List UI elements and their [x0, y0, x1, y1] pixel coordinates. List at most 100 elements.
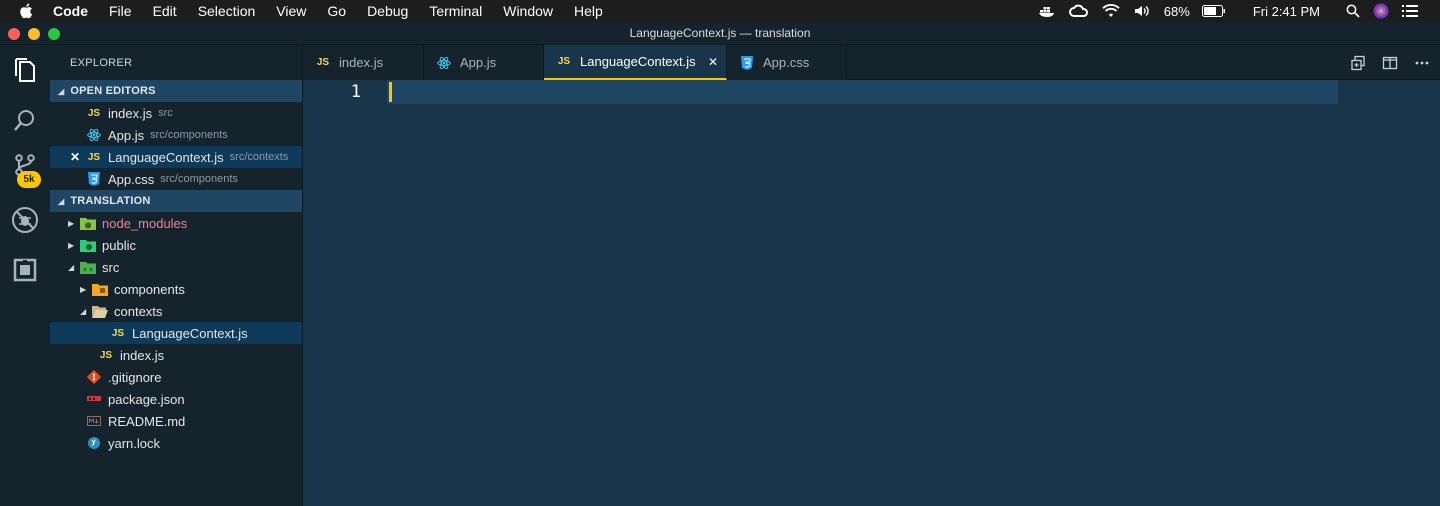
minimize-window-button[interactable] — [28, 28, 40, 40]
tree-folder[interactable]: ▶ public — [50, 234, 302, 256]
open-editor-name: App.css — [108, 171, 155, 187]
siri-icon[interactable] — [1373, 3, 1389, 19]
tree-folder[interactable]: ▶ node_modules — [50, 212, 302, 234]
volume-icon[interactable] — [1133, 4, 1151, 18]
tree-file[interactable]: package.json — [50, 388, 302, 410]
current-line-highlight — [387, 80, 1338, 104]
folder-open-icon — [92, 303, 108, 319]
open-changes-icon[interactable] — [1350, 55, 1366, 71]
components-folder-icon — [92, 281, 108, 297]
css-file-icon — [739, 55, 755, 71]
tree-file[interactable]: README.md — [50, 410, 302, 432]
explorer-sidebar: EXPLORER ◢ OPEN EDITORS JS index.js src … — [50, 45, 303, 506]
project-header[interactable]: ◢ TRANSLATION — [50, 190, 302, 212]
window-title-bar: LanguageContext.js — translation — [0, 22, 1440, 45]
battery-percent: 68% — [1163, 3, 1190, 19]
open-editor-name: index.js — [108, 105, 153, 121]
menu-window[interactable]: Window — [503, 3, 553, 19]
menu-debug[interactable]: Debug — [367, 3, 408, 19]
tab-languagecontext-js[interactable]: JS LanguageContext.js ✕ — [544, 45, 727, 80]
tree-item-label: .gitignore — [108, 369, 162, 385]
creative-cloud-icon[interactable] — [1068, 4, 1089, 18]
zoom-window-button[interactable] — [48, 28, 60, 40]
explorer-files-icon[interactable] — [11, 56, 39, 84]
public-folder-icon — [80, 237, 96, 253]
tree-item-label: package.json — [108, 391, 185, 407]
tree-file[interactable]: yarn.lock — [50, 432, 302, 454]
tab-close-icon[interactable]: ✕ — [708, 55, 718, 69]
spotlight-search-icon[interactable] — [1346, 4, 1360, 18]
open-editors-label: OPEN EDITORS — [70, 85, 156, 97]
chevron-down-icon: ◢ — [58, 86, 65, 96]
react-icon — [86, 127, 102, 143]
tab-app-js[interactable]: App.js — [424, 45, 544, 80]
tree-item-label: src — [102, 259, 120, 275]
menu-app-name[interactable]: Code — [53, 3, 88, 19]
tree-file[interactable]: JS index.js — [50, 344, 302, 366]
menu-help[interactable]: Help — [574, 3, 603, 19]
js-file-icon: JS — [99, 349, 113, 361]
menu-view[interactable]: View — [276, 3, 306, 19]
chevron-right-icon: ▶ — [80, 284, 87, 294]
code-editor[interactable] — [387, 80, 1440, 506]
close-window-button[interactable] — [8, 28, 20, 40]
more-actions-icon[interactable] — [1414, 55, 1430, 71]
tree-folder-open[interactable]: ◢ contexts — [50, 300, 302, 322]
open-editor-path: src/components — [160, 173, 238, 185]
open-editor-item[interactable]: JS index.js src — [50, 102, 302, 124]
editor-gutter: 1 — [303, 80, 387, 506]
tree-item-label: LanguageContext.js — [132, 325, 248, 341]
notification-center-icon[interactable] — [1402, 5, 1418, 17]
traffic-lights — [8, 28, 68, 40]
js-file-icon: JS — [316, 57, 330, 68]
tree-item-label: public — [102, 237, 136, 253]
search-icon[interactable] — [11, 106, 39, 134]
css-file-icon — [86, 171, 102, 187]
menu-edit[interactable]: Edit — [153, 3, 177, 19]
menu-terminal[interactable]: Terminal — [429, 3, 482, 19]
yarn-icon — [86, 435, 102, 451]
tree-file-active[interactable]: JS LanguageContext.js — [50, 322, 302, 344]
open-editor-item[interactable]: App.js src/components — [50, 124, 302, 146]
js-file-icon: JS — [87, 107, 101, 119]
tree-folder-open[interactable]: ◢ src — [50, 256, 302, 278]
tab-index-js[interactable]: JS index.js — [303, 45, 424, 80]
tree-item-label: contexts — [114, 303, 163, 319]
tree-item-label: README.md — [108, 413, 186, 429]
menu-clock[interactable]: Fri 2:41 PM — [1253, 4, 1320, 19]
tab-label: index.js — [339, 55, 384, 70]
extensions-icon[interactable] — [11, 256, 39, 284]
close-icon[interactable]: ✕ — [70, 150, 80, 164]
wifi-icon[interactable] — [1102, 4, 1120, 18]
tree-item-label: index.js — [120, 347, 165, 363]
chevron-down-icon: ◢ — [80, 306, 87, 316]
open-editor-path: src — [158, 107, 173, 119]
project-label: TRANSLATION — [70, 195, 151, 207]
react-icon — [436, 55, 452, 71]
chevron-down-icon: ◢ — [58, 196, 65, 206]
chevron-right-icon: ▶ — [68, 240, 75, 250]
menu-file[interactable]: File — [109, 3, 132, 19]
git-icon — [86, 369, 102, 385]
tree-file[interactable]: .gitignore — [50, 366, 302, 388]
src-folder-icon — [80, 259, 96, 275]
debug-icon[interactable] — [11, 206, 39, 234]
tree-folder[interactable]: ▶ components — [50, 278, 302, 300]
npm-icon — [86, 391, 102, 407]
tab-app-css[interactable]: App.css — [727, 45, 847, 80]
open-editors-header[interactable]: ◢ OPEN EDITORS — [50, 80, 302, 102]
open-editor-path: src/components — [150, 129, 228, 141]
open-editor-item[interactable]: App.css src/components — [50, 168, 302, 190]
menu-go[interactable]: Go — [327, 3, 346, 19]
tab-label: LanguageContext.js — [580, 54, 696, 69]
menu-selection[interactable]: Selection — [198, 3, 256, 19]
tree-item-label: components — [114, 281, 185, 297]
split-editor-icon[interactable] — [1382, 55, 1398, 71]
open-editor-item-active[interactable]: ✕ JS LanguageContext.js src/contexts — [50, 146, 302, 168]
docker-icon[interactable] — [1038, 4, 1056, 18]
open-editor-path: src/contexts — [229, 151, 289, 163]
tab-label: App.js — [460, 55, 497, 70]
apple-icon[interactable] — [19, 3, 35, 19]
battery-icon[interactable] — [1201, 5, 1226, 17]
tree-item-label: yarn.lock — [108, 435, 161, 451]
